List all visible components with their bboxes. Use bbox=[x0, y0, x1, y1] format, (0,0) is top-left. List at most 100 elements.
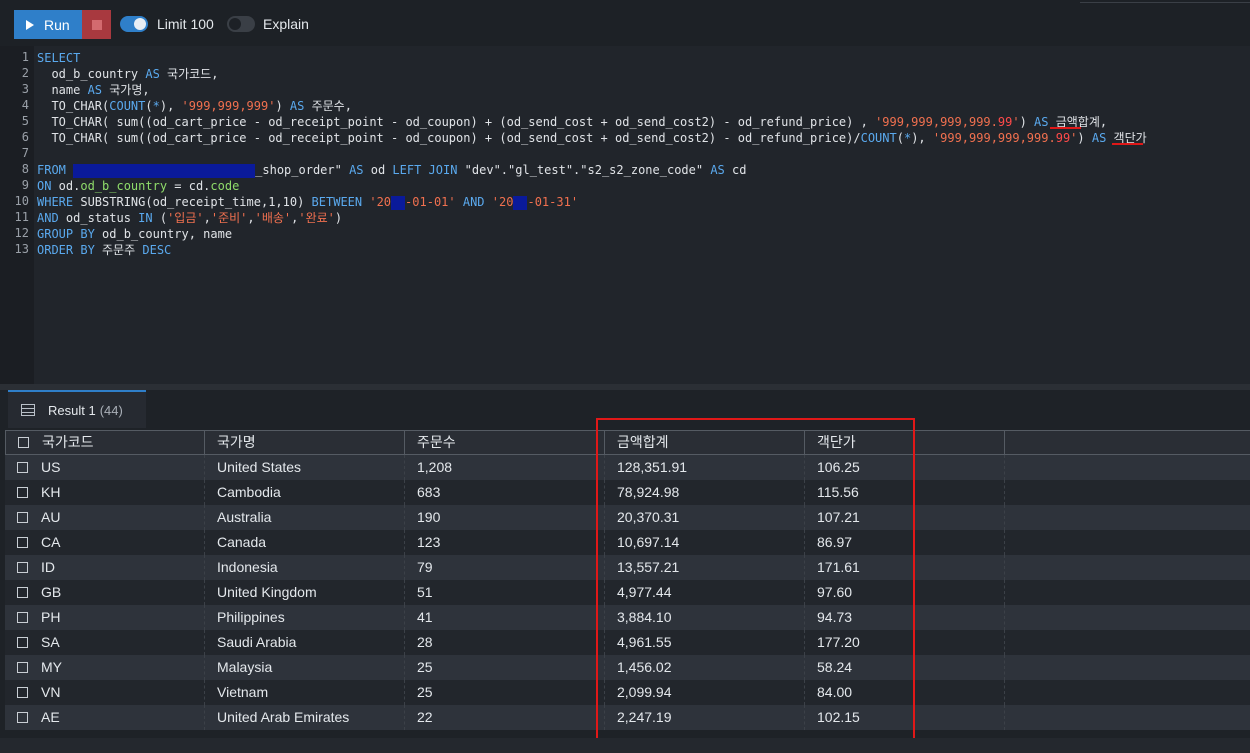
table-cell[interactable]: KH bbox=[5, 480, 205, 505]
cell-value: GB bbox=[41, 584, 62, 600]
table-cell[interactable]: GB bbox=[5, 580, 205, 605]
sql-editor[interactable]: 1 2 3 4 5 6 7 8 9 10 11 12 13 SELECT od_b_country AS… bbox=[0, 46, 1250, 384]
table-cell[interactable]: 123 bbox=[405, 530, 605, 555]
line-number: 2 bbox=[21, 66, 29, 80]
line-number: 3 bbox=[21, 82, 29, 96]
line-number: 10 bbox=[14, 194, 29, 208]
cell-value: ID bbox=[41, 559, 55, 575]
table-cell[interactable]: CA bbox=[5, 530, 205, 555]
run-label: Run bbox=[44, 16, 70, 33]
explain-toggle[interactable] bbox=[227, 16, 255, 32]
table-cell[interactable]: 190 bbox=[405, 505, 605, 530]
table-cell[interactable]: 683 bbox=[405, 480, 605, 505]
table-cell[interactable]: VN bbox=[5, 680, 205, 705]
cell-value: 190 bbox=[417, 509, 441, 525]
explain-label: Explain bbox=[263, 16, 309, 32]
row-checkbox[interactable] bbox=[17, 512, 28, 523]
tab-count: (44) bbox=[99, 402, 123, 418]
row-checkbox[interactable] bbox=[17, 487, 28, 498]
cell-value: Indonesia bbox=[217, 559, 278, 575]
table-cell[interactable]: 22 bbox=[405, 705, 605, 730]
tab-result-1[interactable]: Result 1 (44) bbox=[8, 390, 146, 428]
cell-value: SA bbox=[41, 634, 60, 650]
limit-toggle[interactable] bbox=[120, 16, 148, 32]
table-cell[interactable]: Malaysia bbox=[205, 655, 405, 680]
redacted-block bbox=[391, 195, 406, 210]
cell-value: Philippines bbox=[217, 609, 285, 625]
cell-value: United States bbox=[217, 459, 302, 475]
table-cell[interactable]: Cambodia bbox=[205, 480, 405, 505]
table-cell[interactable]: United States bbox=[205, 455, 405, 480]
cell-value: 25 bbox=[417, 659, 433, 675]
sql-code[interactable]: SELECT od_b_country AS 국가코드, name AS 국가명… bbox=[37, 50, 1147, 258]
table-cell[interactable]: Indonesia bbox=[205, 555, 405, 580]
select-all-checkbox[interactable] bbox=[18, 437, 29, 448]
cell-value: 22 bbox=[417, 709, 433, 725]
cell-value: CA bbox=[41, 534, 61, 550]
line-number: 1 bbox=[21, 50, 29, 64]
table-cell[interactable]: SA bbox=[5, 630, 205, 655]
cell-value: AU bbox=[41, 509, 61, 525]
table-cell[interactable]: 28 bbox=[405, 630, 605, 655]
run-button[interactable]: Run bbox=[14, 10, 82, 39]
toggle-knob bbox=[134, 18, 146, 30]
row-checkbox[interactable] bbox=[17, 612, 28, 623]
row-checkbox[interactable] bbox=[17, 712, 28, 723]
row-checkbox[interactable] bbox=[17, 462, 28, 473]
row-checkbox[interactable] bbox=[17, 637, 28, 648]
table-cell[interactable]: AE bbox=[5, 705, 205, 730]
cell-value: 28 bbox=[417, 634, 433, 650]
cell-value: 51 bbox=[417, 584, 433, 600]
cell-value: 1,208 bbox=[417, 459, 453, 475]
table-cell[interactable]: Philippines bbox=[205, 605, 405, 630]
table-cell[interactable]: Canada bbox=[205, 530, 405, 555]
table-cell[interactable]: Saudi Arabia bbox=[205, 630, 405, 655]
table-cell[interactable]: 25 bbox=[405, 680, 605, 705]
table-cell[interactable]: PH bbox=[5, 605, 205, 630]
column-header[interactable]: 국가코드 bbox=[5, 431, 205, 454]
table-cell[interactable]: 1,208 bbox=[405, 455, 605, 480]
stop-icon bbox=[91, 19, 102, 30]
table-cell[interactable]: AU bbox=[5, 505, 205, 530]
line-number: 7 bbox=[21, 146, 29, 160]
tab-label: Result 1 bbox=[48, 402, 96, 418]
column-header[interactable]: 국가명 bbox=[205, 431, 405, 454]
row-checkbox[interactable] bbox=[17, 562, 28, 573]
cell-value: Saudi Arabia bbox=[217, 634, 297, 650]
cell-value: KH bbox=[41, 484, 61, 500]
row-checkbox[interactable] bbox=[17, 537, 28, 548]
toggle-knob bbox=[229, 18, 241, 30]
cell-value: United Arab Emirates bbox=[217, 709, 350, 725]
stop-button[interactable] bbox=[82, 10, 111, 39]
row-checkbox[interactable] bbox=[17, 662, 28, 673]
table-cell[interactable]: United Arab Emirates bbox=[205, 705, 405, 730]
table-cell[interactable]: Australia bbox=[205, 505, 405, 530]
column-header[interactable]: 주문수 bbox=[405, 431, 605, 454]
table-cell[interactable]: US bbox=[5, 455, 205, 480]
line-number: 6 bbox=[21, 130, 29, 144]
table-cell[interactable]: Vietnam bbox=[205, 680, 405, 705]
table-cell[interactable]: 41 bbox=[405, 605, 605, 630]
redacted-block bbox=[73, 163, 256, 178]
underline-mark bbox=[1050, 127, 1081, 129]
table-cell[interactable]: 79 bbox=[405, 555, 605, 580]
line-number: 11 bbox=[14, 210, 29, 224]
line-number: 9 bbox=[21, 178, 29, 192]
cell-value: MY bbox=[41, 659, 62, 675]
table-cell[interactable]: MY bbox=[5, 655, 205, 680]
table-cell[interactable]: 25 bbox=[405, 655, 605, 680]
line-number: 8 bbox=[21, 162, 29, 176]
limit-label: Limit 100 bbox=[157, 16, 214, 32]
column-header-label: 국가명 bbox=[217, 434, 256, 450]
row-checkbox[interactable] bbox=[17, 687, 28, 698]
table-cell[interactable]: 51 bbox=[405, 580, 605, 605]
cell-value: 79 bbox=[417, 559, 433, 575]
cell-value: Cambodia bbox=[217, 484, 281, 500]
horizontal-scrollbar[interactable] bbox=[0, 738, 1250, 753]
table-cell[interactable]: United Kingdom bbox=[205, 580, 405, 605]
cell-value: PH bbox=[41, 609, 61, 625]
table-cell[interactable]: ID bbox=[5, 555, 205, 580]
row-checkbox[interactable] bbox=[17, 587, 28, 598]
cell-value: 123 bbox=[417, 534, 441, 550]
cell-value: VN bbox=[41, 684, 61, 700]
